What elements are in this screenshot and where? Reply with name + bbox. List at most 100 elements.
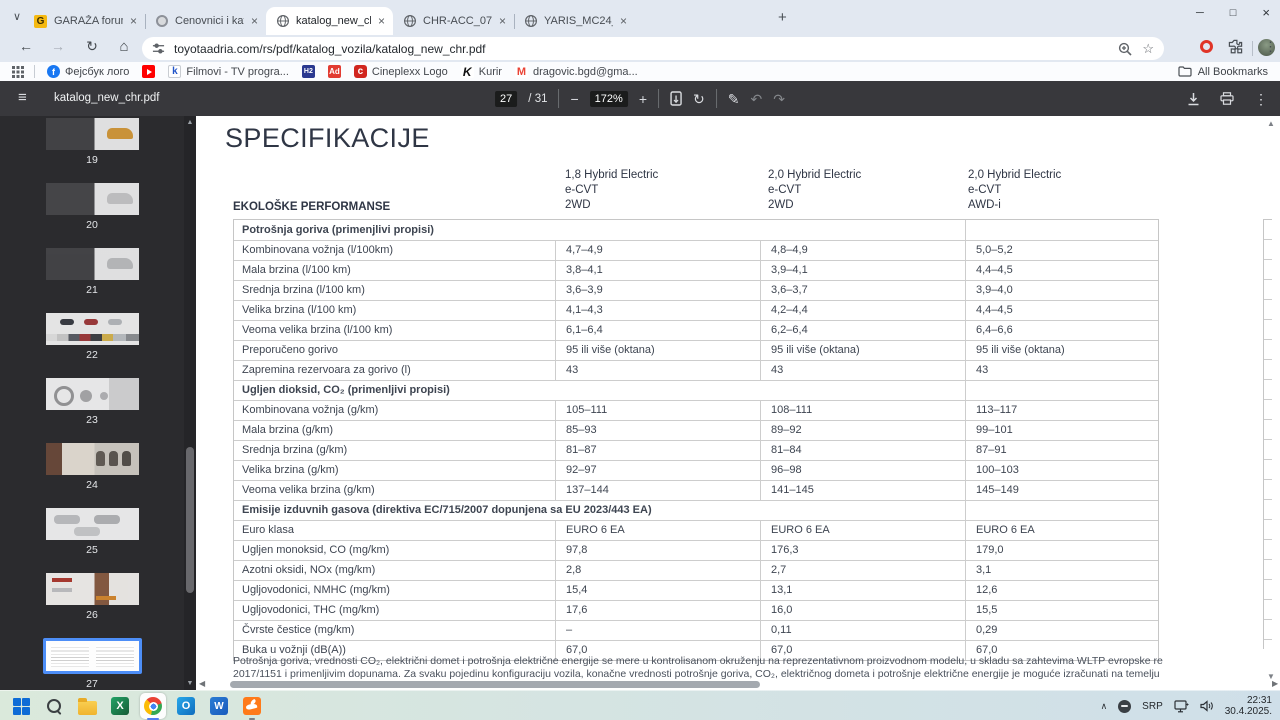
fit-page-button[interactable] bbox=[670, 91, 682, 106]
horizontal-scrollbar-thumb[interactable] bbox=[230, 681, 760, 688]
pdf-more-kebab-icon[interactable]: ⋮ bbox=[1254, 92, 1268, 106]
page-thumbnail[interactable] bbox=[42, 638, 142, 674]
browser-menu-kebab-icon[interactable]: ⋮ bbox=[1264, 39, 1277, 55]
zoom-out-button[interactable]: − bbox=[570, 92, 578, 106]
scroll-up-arrow-icon[interactable]: ▲ bbox=[185, 119, 195, 126]
word-taskbar-button[interactable]: W bbox=[206, 693, 232, 719]
horizontal-scroll-left-arrow-icon[interactable]: ◀ bbox=[199, 679, 205, 688]
annotate-pen-button[interactable]: ✎ bbox=[728, 92, 740, 106]
toolbar-divider bbox=[658, 89, 660, 108]
apps-grid-icon[interactable] bbox=[12, 65, 24, 78]
chrome-taskbar-button[interactable] bbox=[140, 693, 166, 720]
row-value: EURO 6 EA bbox=[965, 520, 1158, 540]
page-thumbnail[interactable] bbox=[45, 313, 139, 345]
horizontal-scroll-right-arrow-icon[interactable]: ▶ bbox=[1272, 679, 1278, 688]
row-value: 95 ili više (oktana) bbox=[555, 340, 760, 360]
print-button[interactable] bbox=[1220, 92, 1234, 105]
pdf-menu-icon[interactable]: ≡ bbox=[18, 89, 27, 106]
outlook-taskbar-button[interactable]: O bbox=[173, 693, 199, 719]
tab-search-chevron-icon[interactable]: ∨ bbox=[9, 10, 25, 26]
home-button[interactable]: ⌂ bbox=[114, 38, 134, 55]
zoom-in-button[interactable]: + bbox=[639, 92, 647, 106]
bookmark-item[interactable]: K Kurir bbox=[460, 65, 502, 79]
bookmark-item[interactable]: f Фејсбук лого bbox=[47, 65, 129, 78]
page-number-input[interactable]: 27 bbox=[495, 90, 518, 107]
tab-close-icon[interactable]: × bbox=[495, 14, 510, 29]
maximize-button[interactable]: □ bbox=[1230, 7, 1237, 19]
browser-tab[interactable]: CHR-ACC_07.02.pdf× bbox=[393, 7, 514, 35]
zoom-level-input[interactable]: 172% bbox=[589, 90, 628, 107]
start-taskbar-button[interactable] bbox=[8, 693, 34, 719]
page-thumbnail[interactable] bbox=[45, 378, 139, 410]
new-tab-button[interactable]: + bbox=[778, 9, 787, 26]
sidebar-page-item: 26 bbox=[0, 571, 184, 636]
clock[interactable]: 22:31 30.4.2025. bbox=[1225, 695, 1272, 717]
page-thumbnail[interactable] bbox=[45, 118, 139, 150]
scroll-down-arrow-icon[interactable]: ▼ bbox=[185, 680, 195, 687]
url-text[interactable]: toyotaadria.com/rs/pdf/katalog_vozila/ka… bbox=[174, 42, 1108, 56]
site-settings-icon[interactable] bbox=[152, 42, 165, 55]
tab-close-icon[interactable]: × bbox=[374, 14, 389, 29]
row-value: 95 ili više (oktana) bbox=[965, 340, 1158, 360]
row-value: 4,8–4,9 bbox=[760, 240, 965, 260]
tab-close-icon[interactable]: × bbox=[247, 14, 262, 29]
forward-button[interactable]: → bbox=[48, 38, 68, 54]
file-explorer-taskbar-button[interactable] bbox=[74, 693, 100, 719]
row-value: 113–117 bbox=[965, 400, 1158, 420]
bookmark-item[interactable]: Mdragovic.bgd@gma... bbox=[514, 65, 638, 78]
row-value: 43 bbox=[760, 360, 965, 380]
row-label: Čvrste čestice (mg/km) bbox=[242, 624, 355, 636]
page-thumbnail[interactable] bbox=[45, 183, 139, 215]
tab-close-icon[interactable]: × bbox=[616, 14, 631, 29]
vertical-scroll-up-arrow-icon[interactable]: ▲ bbox=[1267, 119, 1275, 128]
bookmark-label: Kurir bbox=[478, 65, 502, 78]
browser-tab[interactable]: G GARAŽA forum - Odgovori× bbox=[24, 7, 145, 35]
language-indicator[interactable]: SRP bbox=[1142, 701, 1163, 712]
sidebar-scrollbar[interactable]: ▲ ▼ bbox=[184, 116, 196, 690]
network-icon[interactable] bbox=[1174, 699, 1189, 713]
extensions-puzzle-icon[interactable] bbox=[1228, 39, 1243, 54]
bookmark-item[interactable]: c Cineplexx Logo bbox=[353, 65, 448, 78]
back-button[interactable]: ← bbox=[16, 38, 36, 54]
page-thumbnail[interactable] bbox=[45, 508, 139, 540]
redo-button[interactable]: ↷ bbox=[773, 92, 785, 106]
row-label: Veoma velika brzina (l/100 km) bbox=[242, 324, 393, 336]
undo-button[interactable]: ↶ bbox=[750, 92, 762, 106]
address-bar[interactable]: toyotaadria.com/rs/pdf/katalog_vozila/ka… bbox=[142, 37, 1164, 60]
browser-tab[interactable]: YARIS_MC24_katalog_29.11.pdf× bbox=[514, 7, 635, 35]
toolbar-divider bbox=[1252, 41, 1253, 56]
rotate-button[interactable]: ↻ bbox=[693, 92, 705, 106]
volume-icon[interactable] bbox=[1200, 700, 1214, 712]
page-thumbnail[interactable] bbox=[45, 248, 139, 280]
browser-tab[interactable]: Cenovnici i katalozi Toyota voz× bbox=[145, 7, 266, 35]
tray-chevron-up-icon[interactable]: ∧ bbox=[1101, 701, 1108, 712]
search-taskbar-button[interactable] bbox=[41, 693, 67, 719]
page-count-label: / 31 bbox=[528, 92, 548, 105]
bookmark-item[interactable]: H2 bbox=[301, 65, 315, 78]
all-bookmarks-button[interactable]: All Bookmarks bbox=[1178, 66, 1268, 78]
excel-taskbar-button[interactable]: X bbox=[107, 693, 133, 719]
page-thumbnail[interactable] bbox=[45, 573, 139, 605]
minimize-button[interactable]: ─ bbox=[1196, 7, 1204, 19]
bookmark-star-icon[interactable]: ☆ bbox=[1142, 42, 1154, 55]
bookmark-item[interactable]: Ad bbox=[327, 65, 341, 78]
pdf-actions: ⋮ bbox=[1187, 81, 1268, 116]
red-o-extension-icon[interactable] bbox=[1200, 40, 1213, 53]
download-button[interactable] bbox=[1187, 92, 1200, 106]
row-value: 95 ili više (oktana) bbox=[760, 340, 965, 360]
sidebar-scrollbar-thumb[interactable] bbox=[186, 447, 194, 593]
tab-close-icon[interactable]: × bbox=[126, 14, 141, 29]
reload-button[interactable]: ↻ bbox=[82, 38, 102, 55]
do-not-disturb-icon[interactable] bbox=[1118, 699, 1132, 713]
row-value: 179,0 bbox=[965, 540, 1158, 560]
bookmark-item[interactable] bbox=[142, 65, 156, 78]
orange-bird-app-taskbar-button[interactable] bbox=[239, 693, 265, 720]
bookmark-item[interactable]: k Filmovi - TV progra... bbox=[168, 65, 289, 78]
table-section-row: Potrošnja goriva (primenjlivi propisi) bbox=[234, 220, 1158, 240]
tab-title: GARAŽA forum - Odgovori bbox=[54, 15, 123, 27]
browser-tab[interactable]: katalog_new_chr.pdf× bbox=[266, 7, 393, 35]
close-button[interactable]: × bbox=[1262, 5, 1270, 20]
page-number-label: 27 bbox=[86, 678, 98, 690]
page-thumbnail[interactable] bbox=[45, 443, 139, 475]
zoom-level-icon[interactable] bbox=[1118, 42, 1132, 56]
